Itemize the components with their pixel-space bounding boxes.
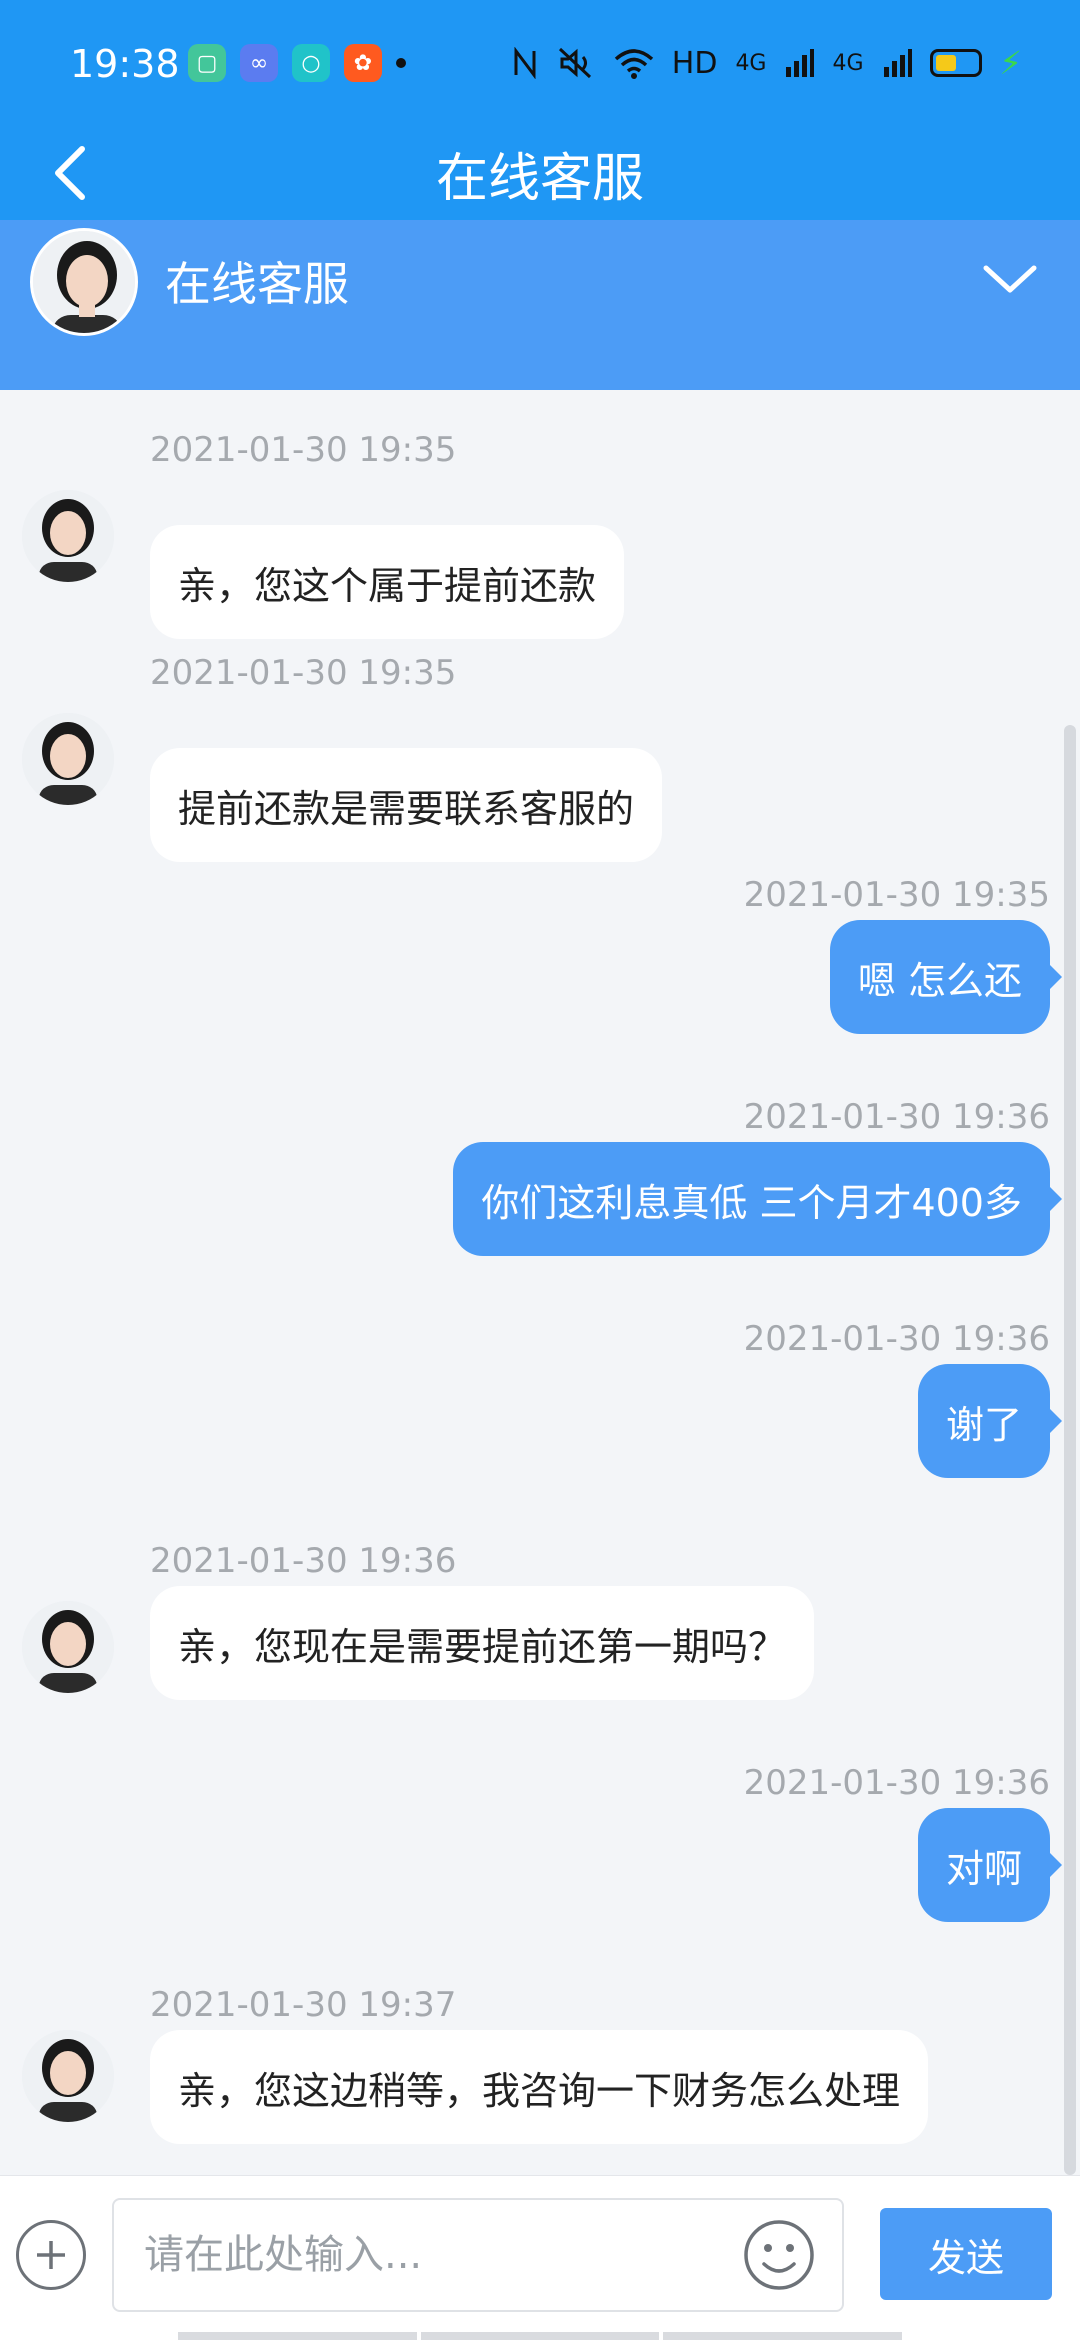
message-incoming: 2021-01-30 19:37 亲，您这边稍等，我咨询一下财务怎么处理	[0, 1985, 1080, 2165]
battery-icon	[929, 49, 982, 77]
app-green-icon: ▢	[188, 44, 226, 82]
agent-name: 在线客服	[165, 257, 349, 311]
message-outgoing: 2021-01-30 19:36 谢了	[0, 1319, 1080, 1499]
agent-avatar	[30, 228, 138, 336]
message-bubble: 谢了	[917, 1364, 1050, 1478]
message-incoming: 2021-01-30 19:35 提前还款是需要联系客服的	[0, 653, 1080, 862]
agent-avatar	[22, 1601, 114, 1693]
message-timestamp: 2021-01-30 19:36	[150, 1541, 457, 1581]
signal-icon-2	[883, 49, 912, 77]
add-attachment-button[interactable]	[16, 2220, 86, 2290]
kuaishou-app-icon: ✿	[344, 44, 382, 82]
charging-icon: ⚡	[999, 44, 1022, 82]
hd-indicator: HD	[671, 45, 718, 81]
message-timestamp: 2021-01-30 19:35	[743, 875, 1050, 915]
message-bubble: 提前还款是需要联系客服的	[150, 748, 663, 862]
message-timestamp: 2021-01-30 19:36	[743, 1763, 1050, 1803]
network-4g-2: 4G	[832, 50, 864, 76]
message-outgoing: 2021-01-30 19:35 嗯 怎么还	[0, 875, 1080, 1055]
bottom-divider	[178, 2332, 903, 2340]
message-bubble: 亲，您这个属于提前还款	[150, 525, 625, 639]
chat-scrollbar[interactable]	[1064, 725, 1076, 2175]
message-bubble: 亲，您这边稍等，我咨询一下财务怎么处理	[150, 2030, 929, 2144]
message-timestamp: 2021-01-30 19:35	[150, 430, 457, 470]
title-bar: 在线客服	[0, 130, 1080, 220]
bubble-tail	[1050, 1187, 1062, 1211]
chevron-down-icon[interactable]	[980, 260, 1040, 300]
nfc-icon	[514, 47, 536, 79]
bubble-tail	[1050, 965, 1062, 989]
emoji-icon[interactable]	[742, 2218, 816, 2292]
message-timestamp: 2021-01-30 19:35	[150, 653, 457, 693]
message-outgoing: 2021-01-30 19:36 对啊	[0, 1763, 1080, 1943]
more-notifications-icon	[396, 58, 406, 68]
message-bubble: 对啊	[917, 1808, 1050, 1922]
wifi-icon	[614, 49, 653, 79]
message-incoming: 2021-01-30 19:36 亲，您现在是需要提前还第一期吗？	[0, 1541, 1080, 1721]
status-time: 19:38	[70, 42, 180, 86]
message-outgoing: 2021-01-30 19:36 你们这利息真低 三个月才400多	[0, 1097, 1080, 1277]
status-app-icons: ▢ ∞ ○ ✿	[188, 44, 406, 82]
status-indicators: HD 4G 4G ⚡	[512, 44, 1022, 82]
plus-icon	[37, 2241, 65, 2269]
agent-header[interactable]: 在线客服	[0, 220, 1080, 390]
teal-app-icon: ○	[292, 44, 330, 82]
message-bubble: 你们这利息真低 三个月才400多	[453, 1142, 1050, 1256]
signal-icon-1	[786, 49, 815, 77]
message-bubble: 亲，您现在是需要提前还第一期吗？	[150, 1586, 815, 1700]
input-bar: 发送	[0, 2175, 1080, 2340]
message-timestamp: 2021-01-30 19:36	[743, 1319, 1050, 1359]
status-bar: 19:38 ▢ ∞ ○ ✿ HD 4G 4G ⚡	[0, 0, 1080, 130]
send-button[interactable]: 发送	[880, 2208, 1052, 2300]
mute-icon	[558, 47, 591, 79]
message-input[interactable]	[112, 2198, 844, 2312]
agent-avatar	[22, 490, 114, 582]
infinity-app-icon: ∞	[240, 44, 278, 82]
agent-avatar	[22, 713, 114, 805]
agent-avatar	[22, 2030, 114, 2122]
chat-messages[interactable]: 2021-01-30 19:35 亲，您这个属于提前还款 2021-01-30 …	[0, 390, 1080, 2175]
network-4g-1: 4G	[735, 50, 767, 76]
bubble-tail	[1050, 1409, 1062, 1433]
message-timestamp: 2021-01-30 19:36	[743, 1097, 1050, 1137]
message-incoming: 2021-01-30 19:35 亲，您这个属于提前还款	[0, 430, 1080, 639]
message-bubble: 嗯 怎么还	[829, 920, 1050, 1034]
page-title: 在线客服	[435, 149, 644, 209]
bubble-tail	[1050, 1853, 1062, 1877]
message-timestamp: 2021-01-30 19:37	[150, 1985, 457, 2025]
